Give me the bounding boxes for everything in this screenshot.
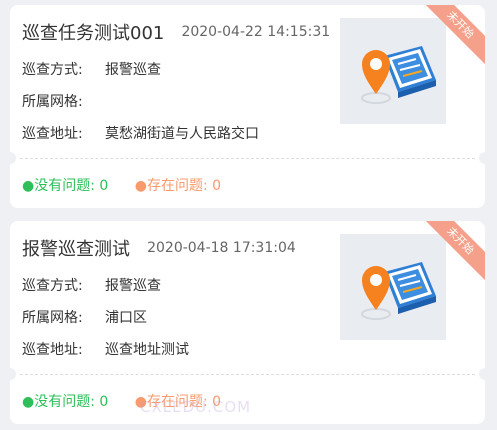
task-header: 报警巡查测试 2020-04-18 17:31:04: [22, 235, 296, 261]
method-value: 报警巡查: [105, 278, 161, 294]
method-field: 巡查方式: 报警巡查: [22, 275, 161, 295]
method-label: 巡查方式:: [22, 278, 83, 294]
watermark: CXLEDU.COM: [140, 398, 252, 416]
task-thumbnail: [340, 18, 446, 124]
grid-label: 所属网格:: [22, 310, 83, 326]
book-icon: [384, 262, 436, 314]
task-card[interactable]: 报警巡查测试 2020-04-18 17:31:04 巡查方式: 报警巡查 所属网…: [10, 221, 485, 424]
address-label: 巡查地址:: [22, 126, 83, 142]
grid-field: 所属网格:: [22, 91, 105, 111]
address-value: 巡查地址测试: [105, 342, 189, 358]
card-notch-left: [10, 152, 16, 164]
task-card[interactable]: 巡查任务测试001 2020-04-22 14:15:31 巡查方式: 报警巡查 …: [10, 5, 485, 208]
issue-stats: ●没有问题: 0 ●存在问题: 0: [22, 175, 221, 195]
location-pin-icon: [362, 266, 390, 310]
no-issue-count: ●没有问题: 0: [22, 394, 109, 410]
divider: [20, 374, 475, 375]
method-label: 巡查方式:: [22, 62, 83, 78]
method-value: 报警巡查: [105, 62, 161, 78]
address-label: 巡查地址:: [22, 342, 83, 358]
card-notch-left: [10, 368, 16, 380]
location-pin-icon: [362, 50, 390, 94]
grid-field: 所属网格: 浦口区: [22, 307, 147, 327]
card-notch-right: [479, 152, 485, 164]
has-issue-count: ●存在问题: 0: [134, 178, 222, 194]
task-title: 巡查任务测试001: [22, 23, 165, 44]
address-field: 巡查地址: 巡查地址测试: [22, 339, 189, 359]
task-list: 巡查任务测试001 2020-04-22 14:15:31 巡查方式: 报警巡查 …: [0, 0, 497, 430]
task-thumbnail: [340, 234, 446, 340]
method-field: 巡查方式: 报警巡查: [22, 59, 161, 79]
address-field: 巡查地址: 莫愁湖街道与人民路交口: [22, 123, 259, 143]
task-header: 巡查任务测试001 2020-04-22 14:15:31: [22, 19, 330, 45]
grid-value: 浦口区: [105, 310, 147, 326]
task-datetime: 2020-04-18 17:31:04: [147, 240, 296, 256]
card-notch-right: [479, 368, 485, 380]
task-datetime: 2020-04-22 14:15:31: [181, 24, 331, 40]
divider: [20, 158, 475, 159]
task-title: 报警巡查测试: [22, 239, 130, 260]
address-value: 莫愁湖街道与人民路交口: [105, 126, 259, 142]
no-issue-count: ●没有问题: 0: [22, 178, 109, 194]
book-icon: [384, 46, 436, 98]
grid-label: 所属网格:: [22, 94, 83, 110]
